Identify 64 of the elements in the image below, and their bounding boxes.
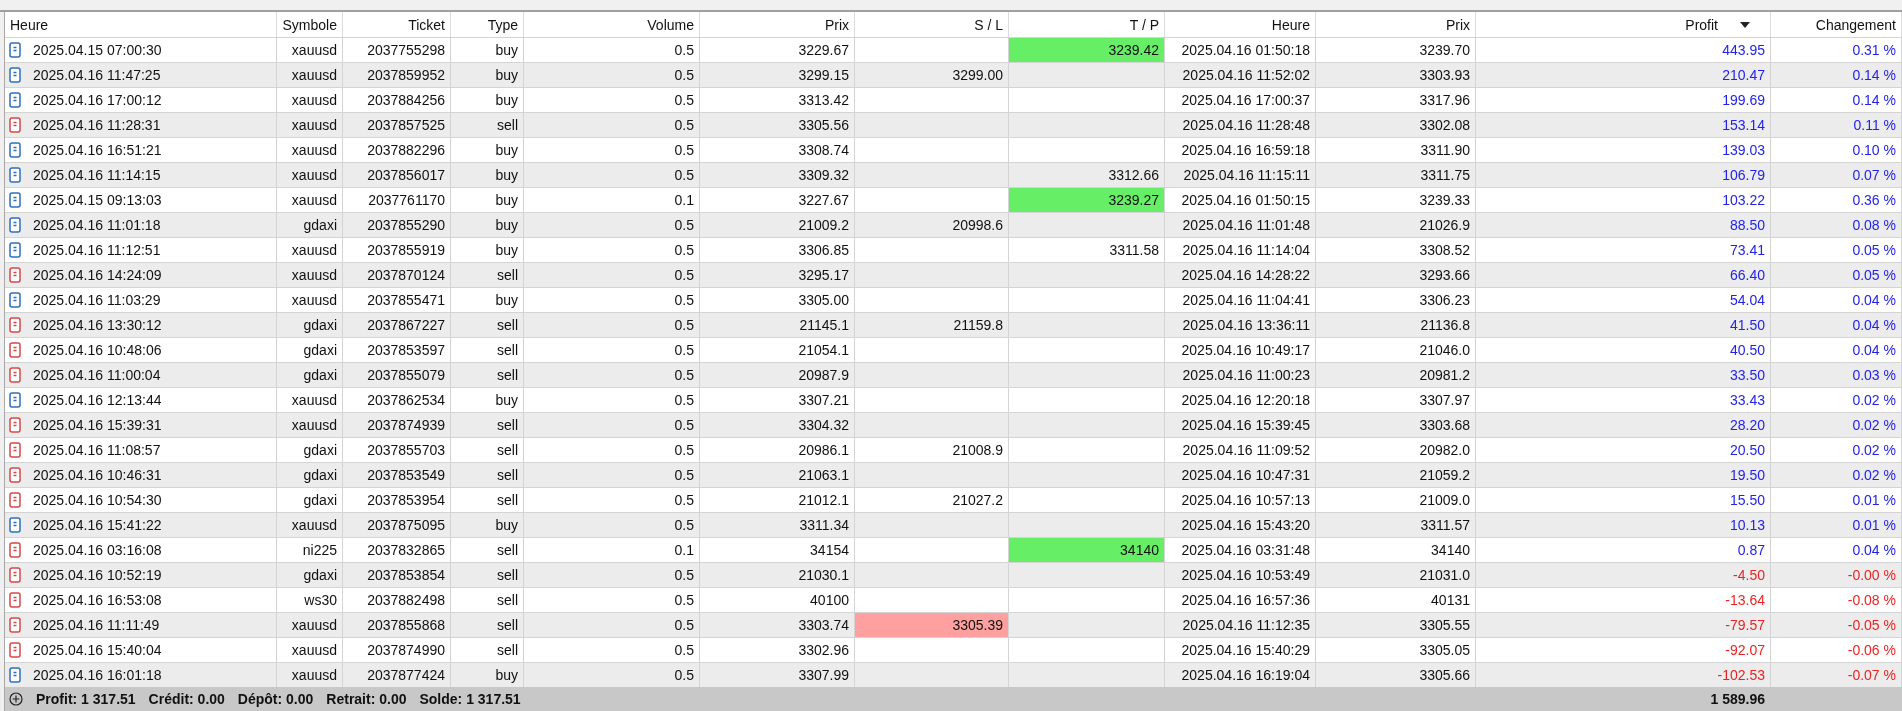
table-cell: 2025.04.16 16:01:18	[33, 667, 162, 683]
document-icon	[9, 542, 21, 558]
table-cell: 2025.04.16 17:00:12	[33, 92, 162, 108]
document-icon	[9, 42, 21, 58]
document-icon	[9, 492, 21, 508]
document-icon	[9, 242, 21, 258]
document-icon	[9, 92, 21, 108]
profit-total: 1 589.96	[1710, 691, 1765, 707]
table-cell: 2025.04.16 15:41:22	[33, 517, 162, 533]
table-cell: 2025.04.15 07:00:30	[33, 42, 162, 58]
summary-stat: Solde: 1 317.51	[419, 691, 521, 707]
document-icon	[9, 467, 21, 483]
document-icon	[9, 367, 21, 383]
document-icon	[9, 617, 21, 633]
table-cell: 2025.04.16 03:16:08	[33, 542, 162, 558]
table-cell: 3239.42	[1009, 38, 1165, 62]
document-icon	[9, 442, 21, 458]
document-icon	[9, 217, 21, 233]
table-cell: 2025.04.16 10:52:19	[33, 567, 162, 583]
table-cell: 2025.04.16 11:00:04	[33, 367, 161, 383]
document-icon	[9, 67, 21, 83]
summary-stat: Profit: 1 317.51	[36, 691, 136, 707]
document-icon	[9, 292, 21, 308]
table-cell: 2025.04.16 11:12:51	[33, 242, 161, 258]
summary-stat: Retrait: 0.00	[326, 691, 407, 707]
table-cell: 2025.04.16 10:54:30	[33, 492, 162, 508]
document-icon	[9, 142, 21, 158]
table-cell: 3239.27	[1009, 188, 1165, 212]
document-icon	[9, 167, 21, 183]
document-icon	[9, 192, 21, 208]
table-cell: 2025.04.16 15:40:04	[33, 642, 162, 658]
summary-stat: Crédit: 0.00	[148, 691, 225, 707]
document-icon	[9, 267, 21, 283]
document-icon	[9, 642, 21, 658]
document-icon	[9, 117, 21, 133]
table-cell: 3305.39	[855, 613, 1009, 637]
table-cell: 2025.04.16 10:48:06	[33, 342, 162, 358]
table-cell: 2025.04.16 10:46:31	[33, 467, 162, 483]
document-icon	[9, 517, 21, 533]
table-cell: 2025.04.15 09:13:03	[33, 192, 162, 208]
table-cell: 34140	[1009, 538, 1165, 562]
document-icon	[9, 592, 21, 608]
table-cell: 2025.04.16 11:47:25	[33, 67, 161, 83]
table-cell: 2025.04.16 16:53:08	[33, 592, 162, 608]
document-icon	[9, 342, 21, 358]
table-cell: 2025.04.16 11:08:57	[33, 442, 161, 458]
summary-stat: Dépôt: 0.00	[237, 691, 314, 707]
document-icon	[9, 317, 21, 333]
document-icon	[9, 567, 21, 583]
sort-caret-icon	[1740, 21, 1750, 28]
table-cell: 2025.04.16 11:01:18	[33, 217, 161, 233]
table-cell: 2025.04.16 15:39:31	[33, 417, 162, 433]
document-icon	[9, 392, 21, 408]
table-cell: 2025.04.16 11:14:15	[33, 167, 161, 183]
expand-icon[interactable]	[9, 692, 23, 706]
table-cell: 2025.04.16 14:24:09	[33, 267, 162, 283]
table-cell: 2025.04.16 13:30:12	[33, 317, 162, 333]
document-icon	[9, 667, 21, 683]
table-cell: 2025.04.16 12:13:44	[33, 392, 162, 408]
document-icon	[9, 417, 21, 433]
table-cell: 2025.04.16 11:03:29	[33, 292, 161, 308]
table-cell: 2025.04.16 11:28:31	[33, 117, 161, 133]
table-cell: 2025.04.16 11:11:49	[33, 617, 160, 633]
table-cell: 2025.04.16 16:51:21	[33, 142, 162, 158]
